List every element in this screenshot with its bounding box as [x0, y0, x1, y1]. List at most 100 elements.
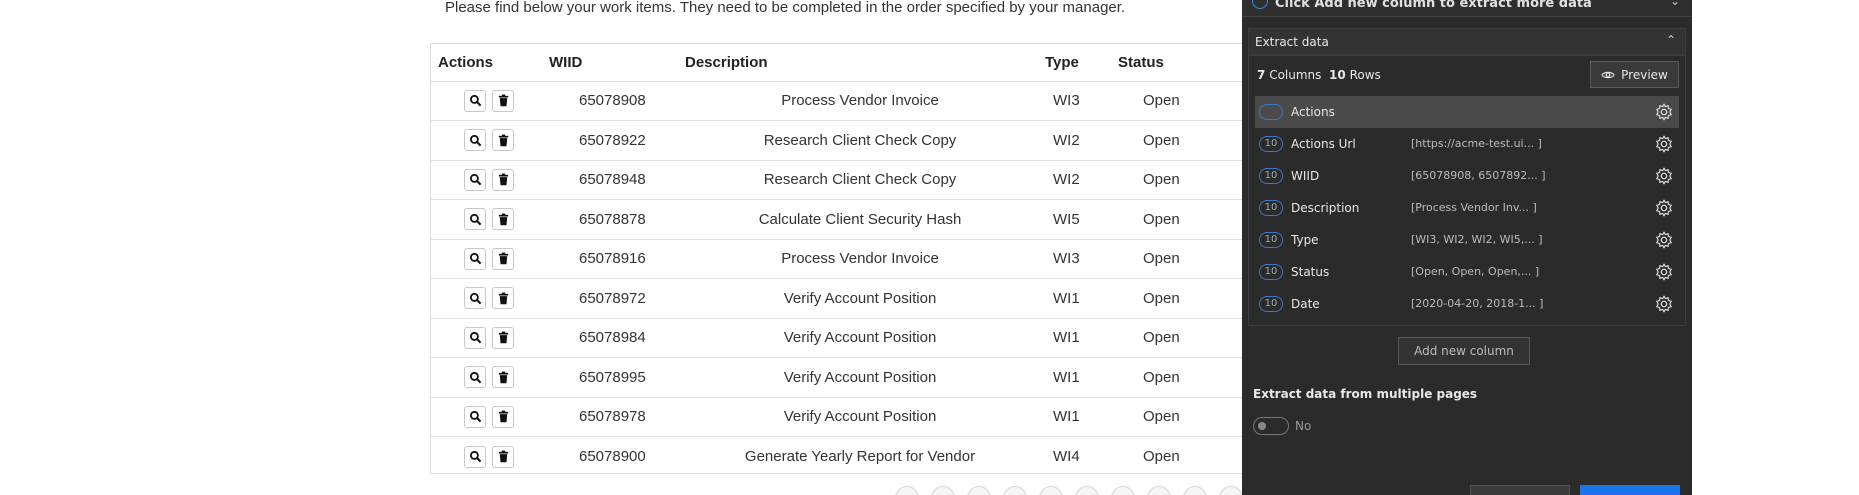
table-row: 65078984 Verify Account Position WI1 Open [431, 318, 1331, 358]
page-button[interactable] [1183, 486, 1207, 495]
trash-icon[interactable] [492, 287, 514, 310]
header-wiid[interactable]: WIID [548, 44, 685, 82]
search-icon[interactable] [464, 445, 486, 468]
columns-count: 7 [1257, 68, 1266, 82]
trash-icon[interactable] [492, 89, 514, 112]
column-preview: [WI3, WI2, WI2, WI5,... ] [1411, 233, 1543, 246]
page-button[interactable] [1147, 486, 1171, 495]
cell-type: WI1 [1035, 278, 1118, 319]
hint-bar[interactable]: Click Add new column to extract more dat… [1242, 0, 1692, 17]
row-actions [431, 239, 548, 279]
row-count-badge: 10 [1259, 232, 1283, 248]
page-button[interactable] [1039, 486, 1063, 495]
pagination [895, 486, 1243, 495]
extract-data-section-header[interactable]: Extract data ⌃ [1248, 28, 1686, 55]
row-count-badge: 10 [1259, 168, 1283, 184]
cell-type: WI4 [1053, 448, 1080, 465]
trash-icon[interactable] [492, 445, 514, 468]
search-icon[interactable] [464, 168, 486, 191]
cell-description: Verify Account Position [685, 318, 1035, 358]
search-icon[interactable] [464, 366, 486, 389]
trash-icon[interactable] [492, 168, 514, 191]
row-actions [431, 357, 548, 398]
rows-label: Rows [1349, 68, 1381, 82]
trash-icon[interactable] [492, 208, 514, 231]
table-row: 65078922 Research Client Check Copy WI2 Ope… [431, 120, 1331, 161]
toggle-label: No [1295, 419, 1312, 433]
search-icon[interactable] [464, 247, 486, 270]
trash-icon[interactable] [492, 326, 514, 349]
table-row: 65078972 Verify Account Position WI1 Open [431, 278, 1331, 319]
gear-icon[interactable] [1655, 295, 1673, 313]
row-actions [431, 278, 548, 319]
gear-icon[interactable] [1655, 263, 1673, 281]
chevron-up-icon[interactable]: ⌃ [1666, 33, 1676, 47]
cell-wiid: 65078995 [548, 357, 685, 398]
header-actions[interactable]: Actions [431, 44, 548, 82]
page-button[interactable] [967, 486, 991, 495]
search-icon[interactable] [464, 287, 486, 310]
cell-wiid: 65078984 [548, 318, 685, 358]
multi-page-toggle[interactable] [1253, 417, 1289, 435]
gear-icon[interactable] [1655, 199, 1673, 217]
cell-wiid: 65078972 [548, 278, 685, 319]
multi-page-label: Extract data from multiple pages [1253, 387, 1478, 401]
preview-label: Preview [1621, 67, 1668, 82]
row-actions [431, 437, 548, 477]
page-button[interactable] [1003, 486, 1027, 495]
row-actions [431, 81, 548, 121]
column-item[interactable]: 10 Type [WI3, WI2, WI2, WI5,... ] [1255, 224, 1679, 256]
cell-type: WI3 [1035, 81, 1118, 121]
search-icon[interactable] [464, 208, 486, 231]
column-item[interactable]: 10 Actions Url [https://acme-test.ui... ] [1255, 128, 1679, 160]
cell-description: Research Client Check Copy [685, 120, 1035, 161]
row-count-badge: 10 [1259, 264, 1283, 280]
cell-description: Verify Account Position [685, 397, 1035, 437]
column-item[interactable]: 10 Status [Open, Open, Open,... ] [1255, 256, 1679, 288]
preview-button[interactable]: Preview [1590, 61, 1679, 88]
column-preview: [https://acme-test.ui... ] [1411, 137, 1542, 150]
search-icon[interactable] [464, 405, 486, 428]
search-icon[interactable] [464, 89, 486, 112]
cell-type: WI2 [1035, 160, 1118, 200]
column-item[interactable]: 10 Date [2020-04-20, 2018-1... ] [1255, 288, 1679, 320]
add-new-column-button[interactable]: Add new column [1398, 337, 1530, 365]
trash-icon[interactable] [492, 247, 514, 270]
intro-text: Please find below your work items. They … [445, 0, 1126, 16]
columns-label: Columns [1269, 68, 1322, 82]
page-button[interactable] [1075, 486, 1099, 495]
cell-description: Verify Account Position [685, 278, 1035, 319]
cell-type: WI1 [1035, 397, 1118, 437]
gear-icon[interactable] [1655, 231, 1673, 249]
column-preview: [Process Vendor Inv... ] [1411, 201, 1537, 214]
page-button[interactable] [1219, 486, 1243, 495]
page-button[interactable] [895, 486, 919, 495]
column-item[interactable]: 10 Actions [1255, 96, 1679, 128]
column-item[interactable]: 10 WIID [65078908, 6507892... ] [1255, 160, 1679, 192]
cell-description: Verify Account Position [685, 357, 1035, 398]
header-description[interactable]: Description [685, 44, 1035, 82]
cell-wiid: 65078878 [548, 199, 685, 240]
trash-icon[interactable] [492, 129, 514, 152]
eye-icon [1601, 71, 1615, 78]
header-type[interactable]: Type [1035, 44, 1118, 82]
gear-icon[interactable] [1655, 167, 1673, 185]
page-button[interactable] [1111, 486, 1135, 495]
trash-icon[interactable] [492, 366, 514, 389]
column-item[interactable]: 10 Description [Process Vendor Inv... ] [1255, 192, 1679, 224]
chevron-down-icon[interactable]: ⌄ [1670, 0, 1680, 8]
row-actions [431, 199, 548, 240]
trash-icon[interactable] [492, 405, 514, 428]
page-button[interactable] [931, 486, 955, 495]
row-count-badge: 10 [1259, 104, 1283, 120]
table-header-row: Actions WIID Description Type Status [431, 44, 1331, 82]
column-preview: [65078908, 6507892... ] [1411, 169, 1546, 182]
gear-icon[interactable] [1655, 135, 1673, 153]
footer-secondary-button[interactable] [1470, 485, 1570, 495]
search-icon[interactable] [464, 129, 486, 152]
search-icon[interactable] [464, 326, 486, 349]
row-count-badge: 10 [1259, 296, 1283, 312]
footer-primary-button[interactable] [1580, 485, 1680, 495]
gear-icon[interactable] [1655, 103, 1673, 121]
cell-description: Research Client Check Copy [685, 160, 1035, 200]
